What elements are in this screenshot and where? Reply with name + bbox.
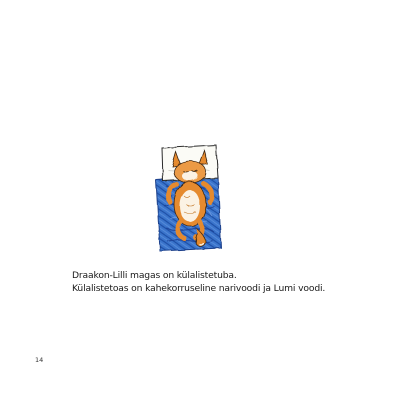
book-page: Draakon-Lilli magas on külalistetuba. Kü…	[0, 0, 400, 400]
story-line-1: Draakon-Lilli magas on külalistetuba.	[72, 270, 237, 281]
story-text: Draakon-Lilli magas on külalistetuba. Kü…	[72, 269, 372, 295]
page-number: 14	[35, 356, 44, 364]
story-line-2: Külalistetoas on kahekorruseline narivoo…	[72, 283, 326, 294]
fox-on-blanket-illustration	[155, 144, 222, 252]
